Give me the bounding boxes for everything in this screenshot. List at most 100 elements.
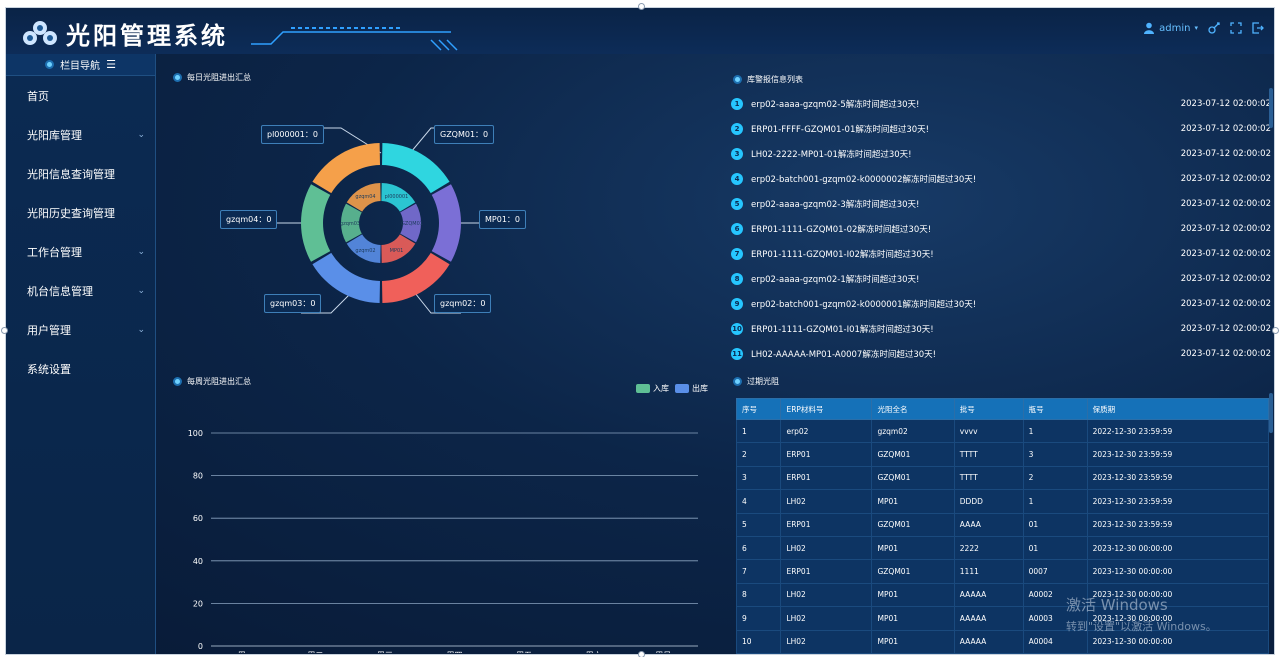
table-cell: AAAAA	[953, 582, 1024, 608]
expired-panel-title-text: 过期光阻	[747, 377, 779, 386]
table-cell: LH02	[780, 535, 873, 561]
table-row[interactable]: 2 ERP01 GZQM01 TTTT 3 2023-12-30 23:59:59	[735, 442, 1270, 467]
weekly-bar-chart: 0 20 40 60 80 100 周一 周二 周三 周四 周五 周六 周日	[188, 429, 698, 653]
table-cell: 2022-12-30 23:59:59	[1086, 418, 1270, 444]
warning-text: ERP01-1111-GZQM01-02解冻时间超过30天!	[751, 224, 932, 235]
table-cell: 1	[1022, 418, 1088, 444]
x-tick-label: 周四	[447, 651, 463, 653]
list-item[interactable]: 2 ERP01-FFFF-GZQM01-01解冻时间超过30天! 2023-07-1…	[731, 116, 1271, 141]
table-cell: 9	[735, 606, 782, 631]
warning-text: ERP01-1111-GZQM01-I01解冻时间超过30天!	[751, 324, 934, 335]
sidebar-item-info-query[interactable]: 光阳信息查询管理	[6, 154, 155, 193]
sidebar: 栏目导航 ☰ 首页 光阳库管理 ⌄ 光阳信息查询管理 光阳历史查询管理 工作台管理…	[6, 54, 156, 654]
resize-handle-top[interactable]	[638, 3, 645, 10]
table-header-cell[interactable]: 瓶号	[1022, 398, 1088, 420]
chevron-down-icon: ⌄	[137, 129, 145, 140]
warning-panel-title-text: 库警报信息列表	[747, 75, 803, 84]
table-header-cell[interactable]: 序号	[735, 398, 782, 420]
sidebar-item-settings[interactable]: 系统设置	[6, 349, 155, 388]
list-item[interactable]: 3 LH02-2222-MP01-01解冻时间超过30天! 2023-07-12 0…	[731, 141, 1271, 166]
donut-outer-slice-GZQM01[interactable]	[431, 184, 461, 262]
resize-handle-right[interactable]	[1272, 327, 1279, 334]
legend-item-in[interactable]: 入库	[636, 383, 669, 394]
table-cell: gzqm02	[871, 418, 955, 444]
list-item[interactable]: 1 erp02-aaaa-gzqm02-5解冻时间超过30天! 2023-07-12…	[731, 91, 1271, 116]
warning-time: 2023-07-12 02:00:02	[1180, 223, 1271, 234]
table-header-cell[interactable]: 光阻全名	[871, 398, 955, 420]
sidebar-item-workbench[interactable]: 工作台管理 ⌄	[6, 232, 155, 271]
warning-list-scrollbar[interactable]	[1269, 88, 1273, 128]
warning-panel-title: 库警报信息列表	[733, 74, 803, 85]
table-cell: GZQM01	[871, 559, 955, 584]
user-menu[interactable]: admin ▾	[1143, 22, 1198, 34]
legend-label: 入库	[653, 384, 669, 393]
table-row[interactable]: 6 LH02 MP01 2222 01 2023-12-30 00:00:00	[735, 535, 1270, 561]
table-cell: 2222	[953, 535, 1024, 561]
panel-icon	[173, 73, 182, 82]
table-header-cell[interactable]: ERP材料号	[780, 398, 873, 420]
list-item[interactable]: 9 erp02-batch001-gzqm02-k0000001解冻时间超过30天…	[731, 291, 1271, 316]
warning-time: 2023-07-12 02:00:02	[1180, 173, 1271, 184]
table-cell: ERP01	[780, 442, 873, 467]
table-row[interactable]: 5 ERP01 GZQM01 AAAA 01 2023-12-30 23:59:59	[735, 512, 1270, 537]
list-item[interactable]: 7 ERP01-1111-GZQM01-I02解冻时间超过30天! 2023-07-…	[731, 241, 1271, 266]
list-item[interactable]: 11 LH02-AAAAA-MP01-A0007解冻时间超过30天! 2023-07…	[731, 341, 1271, 366]
table-cell: LH02	[780, 629, 873, 654]
label-gzqm01: GZQM01：0	[434, 125, 495, 144]
legend-item-out[interactable]: 出库	[675, 383, 708, 394]
donut-inner-label: gzqm04	[355, 194, 375, 200]
watermark-line1: 激活 Windows	[1066, 596, 1168, 614]
resize-handle-left[interactable]	[1, 327, 8, 334]
list-item[interactable]: 6 ERP01-1111-GZQM01-02解冻时间超过30天! 2023-07-1…	[731, 216, 1271, 241]
donut-inner-label: GZQM01	[401, 221, 423, 227]
logout-icon[interactable]	[1252, 22, 1264, 34]
menu-toggle-icon[interactable]: ☰	[106, 58, 116, 71]
warning-text: LH02-AAAAA-MP01-A0007解冻时间超过30天!	[751, 349, 937, 360]
label-gzqm02: gzqm02：0	[434, 294, 492, 313]
sidebar-item-machine[interactable]: 机台信息管理 ⌄	[6, 271, 155, 310]
list-item[interactable]: 10 ERP01-1111-GZQM01-I01解冻时间超过30天! 2023-07…	[731, 316, 1271, 341]
table-row[interactable]: 3 ERP01 GZQM01 TTTT 2 2023-12-30 23:59:59	[735, 465, 1270, 491]
table-cell: GZQM01	[871, 465, 955, 491]
nav-icon	[45, 60, 55, 69]
item-number-badge: 8	[731, 272, 743, 285]
table-cell: 01	[1022, 535, 1088, 561]
key-icon[interactable]	[1208, 22, 1220, 34]
table-cell: 2023-12-30 00:00:00	[1086, 559, 1270, 584]
item-number-badge: 9	[731, 297, 743, 310]
label-mp01: MP01：0	[479, 210, 526, 229]
item-number-badge: 3	[731, 147, 743, 160]
table-cell: MP01	[871, 606, 955, 631]
table-cell: 3	[1022, 442, 1088, 467]
item-number-badge: 5	[731, 197, 743, 210]
sidebar-item-history-query[interactable]: 光阳历史查询管理	[6, 193, 155, 232]
sidebar-item-label: 机台信息管理	[27, 284, 93, 298]
table-row[interactable]: 7 ERP01 GZQM01 1111 0007 2023-12-30 00:00:00	[735, 559, 1270, 584]
warning-text: LH02-2222-MP01-01解冻时间超过30天!	[751, 149, 912, 160]
table-cell: LH02	[780, 582, 873, 608]
expired-panel-title: 过期光阻	[733, 376, 779, 387]
warning-time: 2023-07-12 02:00:02	[1180, 298, 1271, 309]
warning-list[interactable]: 1 erp02-aaaa-gzqm02-5解冻时间超过30天! 2023-07-12…	[731, 91, 1271, 366]
table-row[interactable]: 4 LH02 MP01 DDDD 1 2023-12-30 23:59:59	[735, 489, 1270, 514]
warning-text: erp02-aaaa-gzqm02-3解冻时间超过30天!	[751, 199, 920, 210]
warning-text: erp02-batch001-gzqm02-k0000001解冻时间超过30天!	[751, 299, 977, 310]
table-cell: GZQM01	[871, 442, 955, 467]
weekly-legend: 入库 出库	[636, 383, 708, 394]
item-number-badge: 6	[731, 222, 743, 235]
list-item[interactable]: 5 erp02-aaaa-gzqm02-3解冻时间超过30天! 2023-07-12…	[731, 191, 1271, 216]
sidebar-item-home[interactable]: 首页	[6, 76, 155, 115]
expired-table-scrollbar[interactable]	[1269, 393, 1273, 433]
sidebar-item-stock[interactable]: 光阳库管理 ⌄	[6, 115, 155, 154]
list-item[interactable]: 8 erp02-aaaa-gzqm02-1解冻时间超过30天! 2023-07-12…	[731, 266, 1271, 291]
table-header-cell[interactable]: 保质期	[1086, 398, 1270, 420]
resize-handle-bottom[interactable]	[638, 651, 645, 657]
list-item[interactable]: 4 erp02-batch001-gzqm02-k0000002解冻时间超过30天…	[731, 166, 1271, 191]
x-tick-label: 周三	[377, 651, 393, 653]
table-header-cell[interactable]: 批号	[953, 398, 1024, 420]
fullscreen-icon[interactable]	[1230, 22, 1242, 34]
item-number-badge: 4	[731, 172, 743, 185]
donut-outer-slice-gzqm03[interactable]	[301, 184, 331, 262]
sidebar-item-users[interactable]: 用户管理 ⌄	[6, 310, 155, 349]
table-row[interactable]: 1 erp02 gzqm02 vvvv 1 2022-12-30 23:59:59	[735, 418, 1270, 444]
